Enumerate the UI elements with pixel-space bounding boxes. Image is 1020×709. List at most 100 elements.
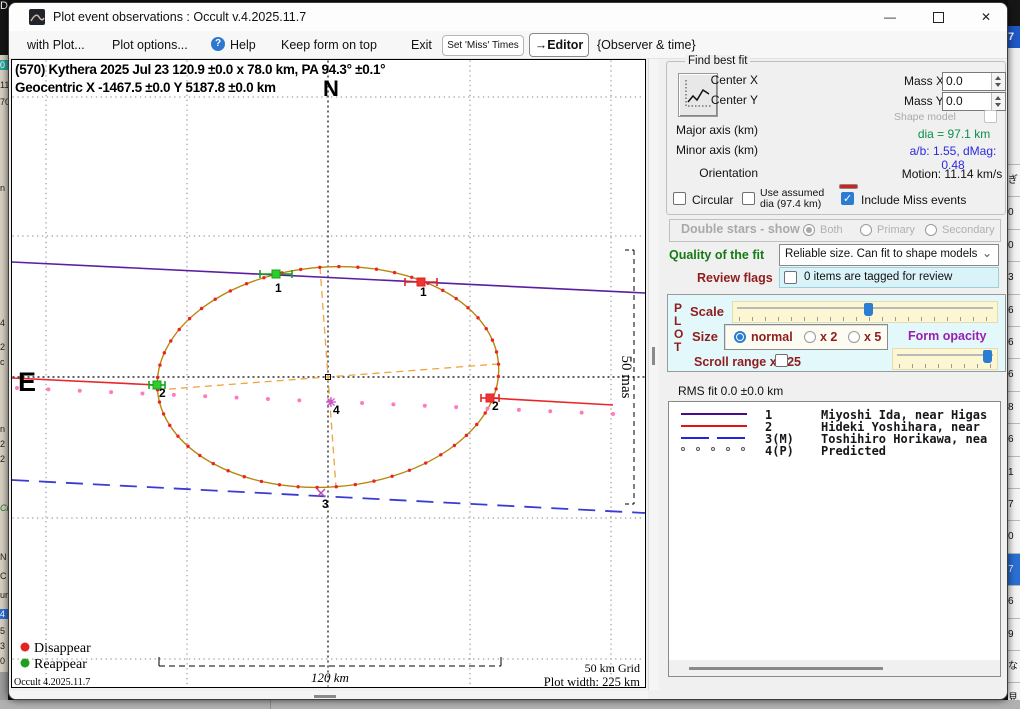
- legend-horizontal-scrollbar[interactable]: [669, 660, 1000, 676]
- chord-number-label: 3: [322, 497, 329, 511]
- background-table-cell: 6: [1008, 326, 1020, 359]
- background-cell-highlight: 7: [1008, 26, 1020, 48]
- predicted-chord-dot: [580, 411, 584, 415]
- minimize-button[interactable]: —: [873, 5, 907, 29]
- scale-slider[interactable]: [732, 301, 998, 323]
- set-miss-times-button[interactable]: Set 'Miss' Times: [442, 35, 524, 56]
- close-button[interactable]: ✕: [969, 5, 1003, 29]
- north-label: N: [323, 76, 339, 101]
- ellipse-fit-dot: [229, 289, 232, 292]
- review-flags-checkbox[interactable]: [784, 271, 797, 284]
- desktop-background: Da 01170n42cn22CiNCur4530 7 ぎ00366686170…: [0, 0, 1020, 709]
- observer-legend-list[interactable]: 1 Miyoshi Ida, near Higas 2 Hideki Yoshi…: [668, 401, 1001, 677]
- ellipse-fit-dot: [169, 339, 172, 342]
- background-app-left-sliver: Da 01170n42cn22CiNCur4530: [0, 0, 8, 709]
- spin-up-icon[interactable]: [995, 76, 1001, 80]
- background-text-fragment: c: [0, 357, 8, 367]
- diameter-result-label: dia = 97.1 km: [904, 127, 1004, 141]
- slider-thumb[interactable]: [864, 303, 873, 316]
- scrollbar-thumb[interactable]: [652, 347, 655, 365]
- predicted-chord-dot: [78, 389, 82, 393]
- menu-with-plot[interactable]: with Plot...: [27, 38, 85, 52]
- background-table-cell: 6: [1008, 423, 1020, 456]
- rms-fit-label: RMS fit 0.0 ±0.0 km: [678, 384, 783, 398]
- menu-plot-options[interactable]: Plot options...: [112, 38, 188, 52]
- dashed-line-icon: [681, 437, 709, 439]
- plot-horizontal-scrollbar[interactable]: [11, 691, 648, 700]
- help-icon[interactable]: ?: [211, 37, 225, 51]
- size-radio-group: normal x 2 x 5: [724, 324, 888, 350]
- spin-down-icon[interactable]: [995, 103, 1001, 107]
- shape-model-checkbox[interactable]: [984, 110, 997, 123]
- spin-down-icon[interactable]: [995, 83, 1001, 87]
- circular-checkbox[interactable]: [673, 192, 686, 205]
- spinner-control[interactable]: [991, 73, 1005, 90]
- double-stars-secondary-radio[interactable]: [925, 224, 937, 236]
- menu-exit[interactable]: Exit: [411, 38, 432, 52]
- predicted-chord-dot: [172, 393, 176, 397]
- east-label: E: [18, 367, 36, 397]
- chevron-down-icon: ⌄: [982, 246, 992, 260]
- spin-up-icon[interactable]: [995, 96, 1001, 100]
- form-opacity-slider[interactable]: [892, 348, 998, 370]
- plot-width-label: Plot width: 225 km: [544, 675, 640, 689]
- mass-y-input[interactable]: 0.0: [942, 92, 1006, 111]
- ellipse-fit-dot: [424, 461, 427, 464]
- title-bar[interactable]: Plot event observations : Occult v.4.202…: [9, 3, 1007, 31]
- ellipse-fit-dot: [484, 411, 487, 414]
- spinner-control[interactable]: [991, 93, 1005, 110]
- size-x2-radio[interactable]: [804, 331, 816, 343]
- menu-help[interactable]: Help: [230, 38, 256, 52]
- scrollbar-thumb[interactable]: [314, 695, 336, 698]
- grid-size-label: 50 km Grid: [585, 661, 640, 675]
- ellipse-fit-dot: [299, 268, 302, 271]
- size-normal-radio[interactable]: [734, 331, 746, 343]
- plot-vertical-scrollbar[interactable]: [648, 59, 659, 690]
- legend-row-2[interactable]: 2 Hideki Yoshihara, near: [669, 420, 1000, 432]
- maximize-button[interactable]: [921, 5, 955, 29]
- legend-row-4[interactable]: 4(P) Predicted: [669, 444, 1000, 456]
- include-miss-checkbox[interactable]: [841, 192, 854, 205]
- background-text-fragment: 4: [0, 318, 8, 328]
- size-x2-label: x 2: [820, 330, 837, 344]
- background-text-fragment: 3: [0, 641, 8, 651]
- size-x5-radio[interactable]: [848, 331, 860, 343]
- observer-time-label[interactable]: {Observer & time}: [597, 38, 696, 52]
- background-text-fragment: 0: [0, 60, 8, 70]
- ellipse-fit-dot: [278, 483, 281, 486]
- menu-keep-on-top[interactable]: Keep form on top: [281, 38, 377, 52]
- editor-button[interactable]: →Editor: [529, 33, 589, 57]
- scale-label: Scale: [690, 304, 724, 319]
- background-table-cell: な: [1008, 650, 1020, 683]
- ellipse-fit-dot: [243, 475, 246, 478]
- plot-letter-l: L: [674, 314, 681, 328]
- background-table-cell: 6: [1008, 358, 1020, 391]
- ellipse-fit-dot: [156, 376, 159, 379]
- slider-groove: [897, 354, 993, 356]
- scrollbar-thumb[interactable]: [689, 667, 883, 670]
- ellipse-fit-dot: [390, 475, 393, 478]
- background-table-cell: 0: [1008, 520, 1020, 553]
- ellipse-fit-dot: [245, 282, 248, 285]
- background-text-fragment: 5: [0, 626, 8, 636]
- background-text-fragment: 11: [0, 80, 8, 90]
- background-app-right-panel: [1008, 48, 1020, 164]
- background-text-fragment: 2: [0, 454, 8, 464]
- reappear-dot-icon: [21, 659, 30, 668]
- scroll-range-checkbox[interactable]: [775, 354, 788, 367]
- quality-of-fit-dropdown[interactable]: Reliable size. Can fit to shape models ⌄: [779, 244, 999, 266]
- use-assumed-checkbox[interactable]: [742, 192, 755, 205]
- ellipse-fit-dot: [465, 434, 468, 437]
- legend-row-1[interactable]: 1 Miyoshi Ida, near Higas: [669, 408, 1000, 420]
- quality-of-fit-label: Quality of the fit: [669, 248, 764, 262]
- predicted-chord-dot: [454, 405, 458, 409]
- slider-thumb[interactable]: [983, 350, 992, 363]
- double-stars-primary-radio[interactable]: [860, 224, 872, 236]
- ellipse-fit-dot: [393, 271, 396, 274]
- size-normal-label: normal: [751, 330, 793, 344]
- ellipse-fit-dot: [494, 387, 497, 390]
- occultation-plot-canvas[interactable]: 112234 (570) Kythera 2025 Jul 23 120.9 ±…: [11, 59, 648, 691]
- double-stars-both-radio[interactable]: [803, 224, 815, 236]
- mass-x-input[interactable]: 0.0: [942, 72, 1006, 91]
- legend-row-3[interactable]: 3(M) Toshihiro Horikawa, nea: [669, 432, 1000, 444]
